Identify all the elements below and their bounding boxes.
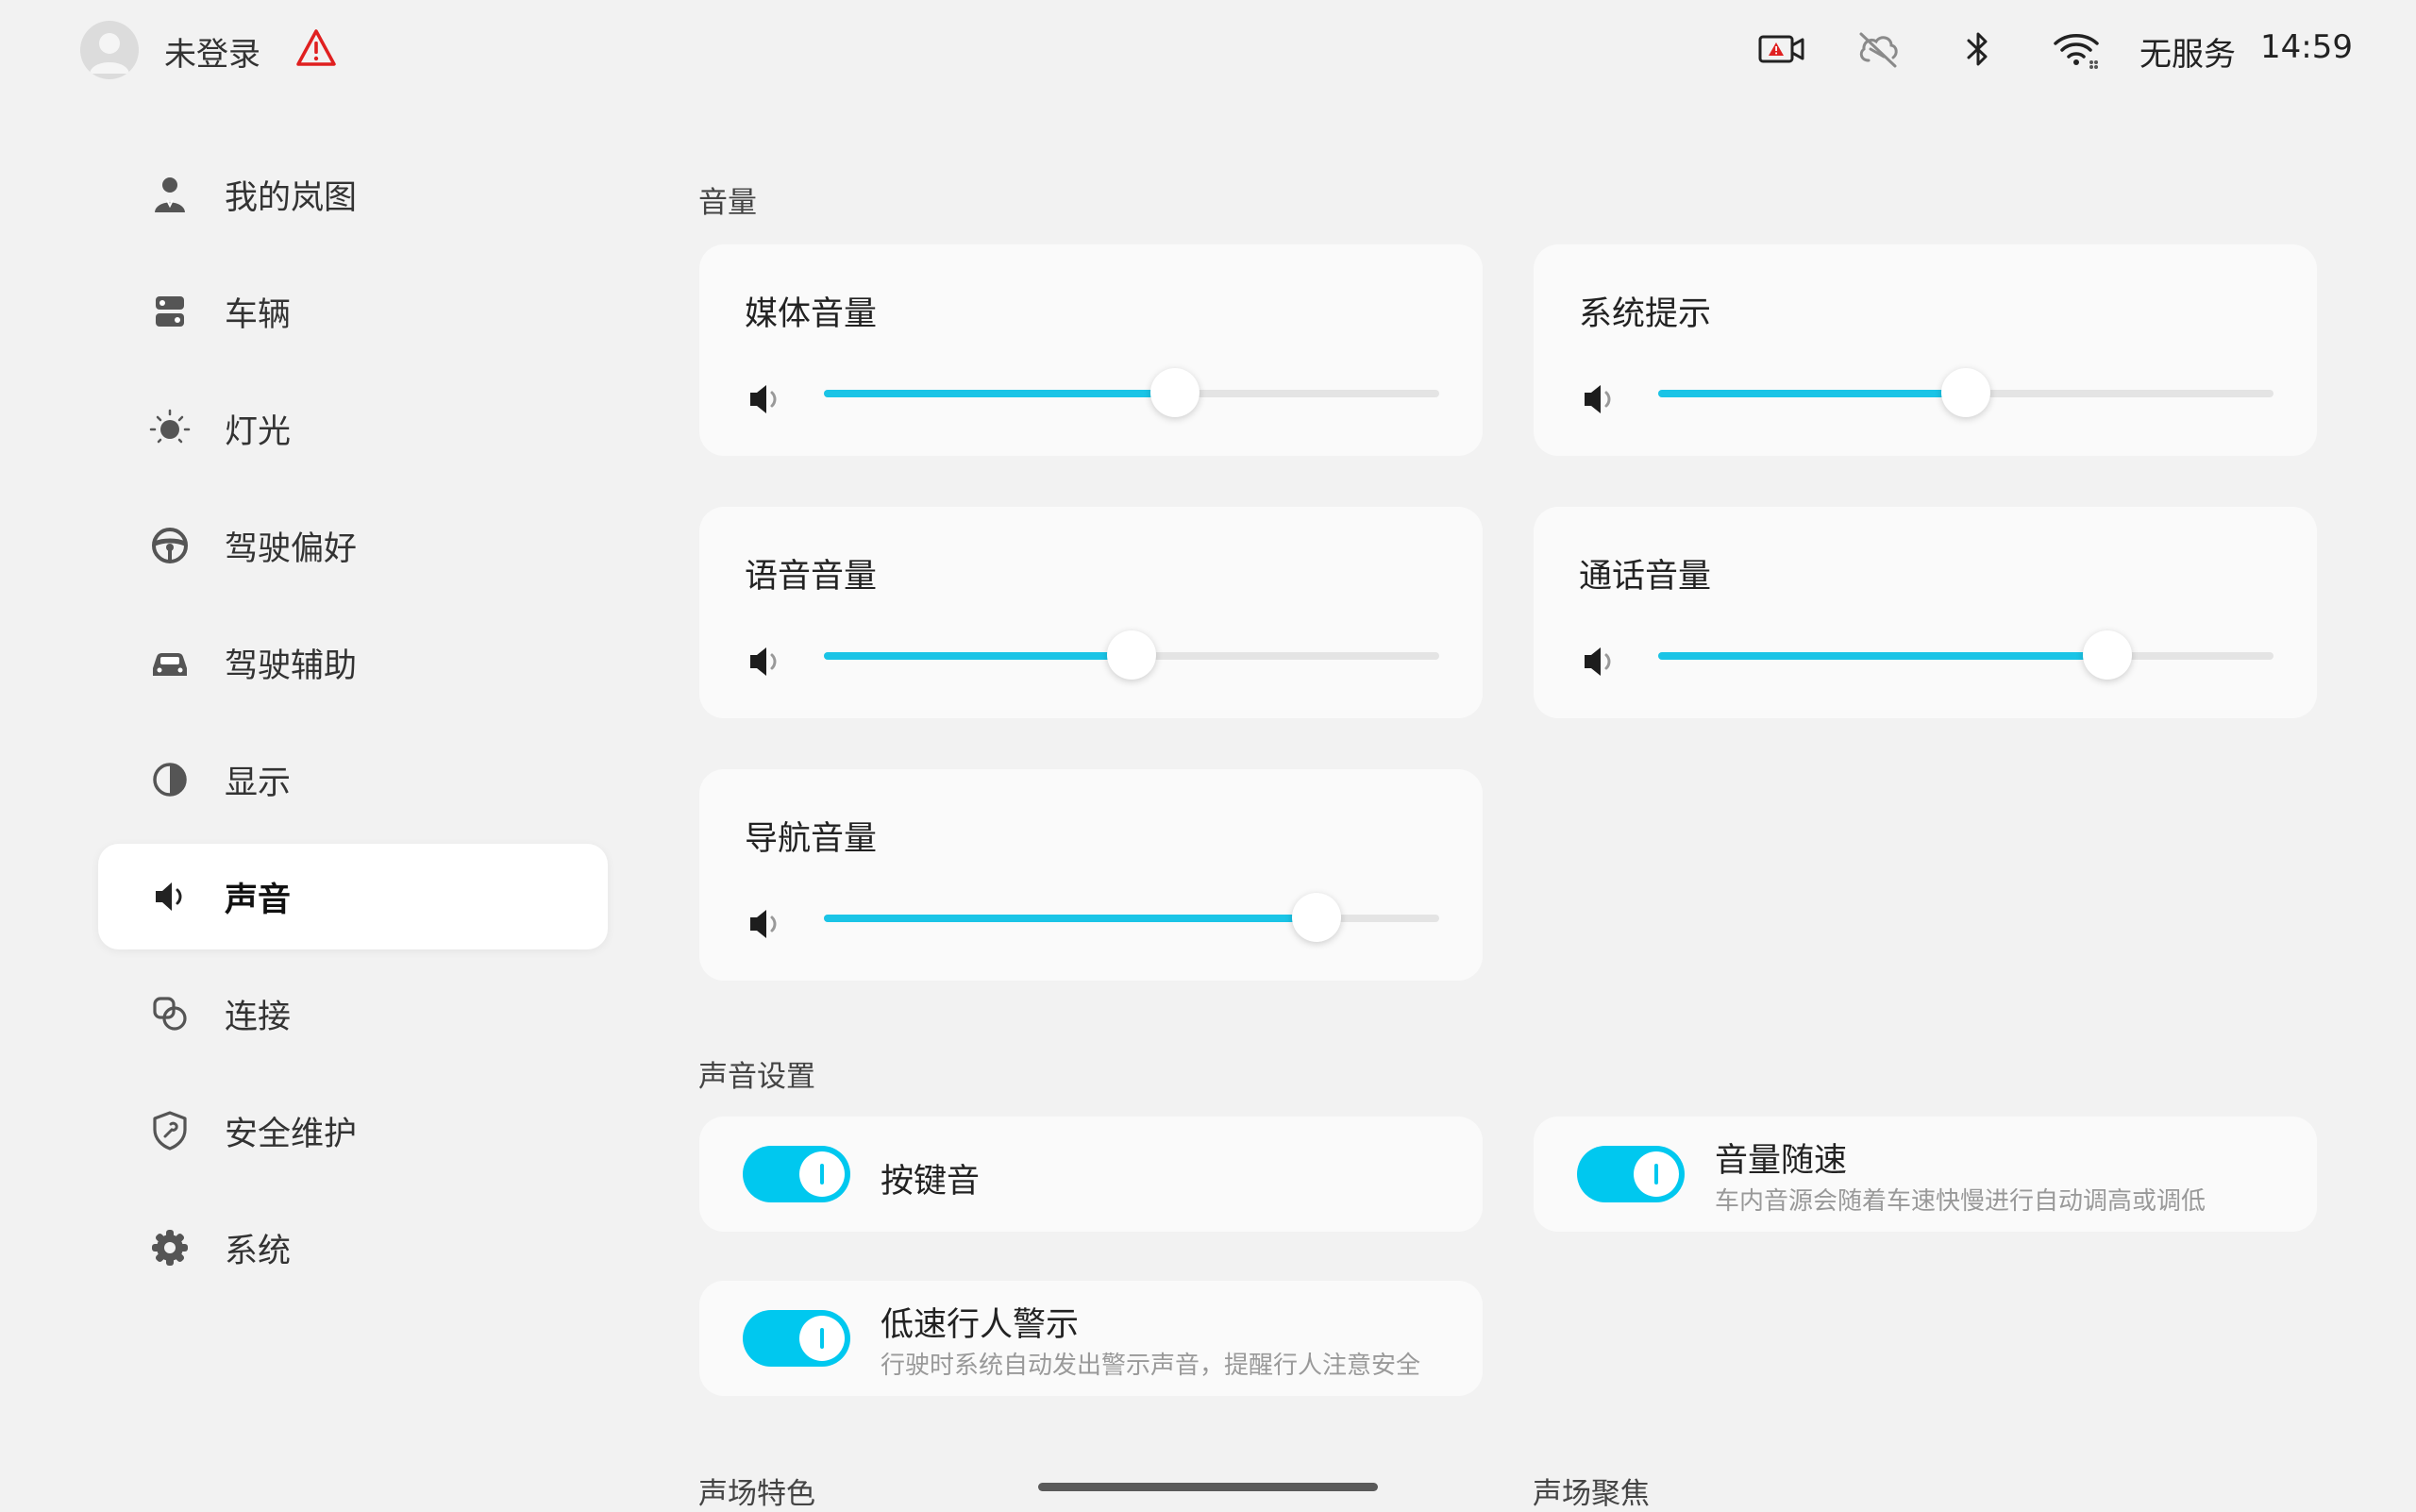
slider-thumb[interactable] bbox=[1107, 630, 1156, 680]
sidebar-item-vehicle[interactable]: 车辆 bbox=[98, 259, 608, 364]
pedestrian-warning-card: 低速行人警示 行驶时系统自动发出警示声音，提醒行人注意安全 bbox=[699, 1281, 1483, 1396]
volume-icon[interactable] bbox=[747, 905, 784, 943]
light-icon bbox=[147, 406, 193, 451]
sidebar-item-label: 驾驶偏好 bbox=[225, 529, 358, 568]
sound-settings-section-title: 声音设置 bbox=[698, 1060, 815, 1094]
system-prompt-volume-card: 系统提示 bbox=[1534, 244, 2317, 456]
car-front-icon bbox=[147, 640, 193, 685]
voice-volume-card: 语音音量 bbox=[699, 507, 1483, 718]
system-prompt-volume-slider[interactable] bbox=[1658, 368, 2273, 417]
media-volume-slider[interactable] bbox=[824, 368, 1439, 417]
slider-thumb[interactable] bbox=[1941, 368, 1990, 417]
slider-thumb[interactable] bbox=[1291, 893, 1341, 942]
sound-field-character-title: 声场特色 bbox=[698, 1477, 815, 1511]
sidebar-item-label: 显示 bbox=[225, 764, 292, 802]
user-icon bbox=[147, 172, 193, 217]
sidebar-item-lighting[interactable]: 灯光 bbox=[98, 376, 608, 481]
navigation-volume-card: 导航音量 bbox=[699, 769, 1483, 981]
volume-icon[interactable] bbox=[1581, 643, 1619, 680]
sidebar-item-label: 连接 bbox=[225, 998, 292, 1036]
sidebar-item-sound[interactable]: 声音 bbox=[98, 844, 608, 949]
sidebar-item-driving-preference[interactable]: 驾驶偏好 bbox=[98, 493, 608, 598]
bluetooth-icon[interactable] bbox=[1959, 28, 1997, 70]
sidebar-item-driving-assist[interactable]: 驾驶辅助 bbox=[98, 610, 608, 715]
sidebar-item-label: 系统 bbox=[225, 1232, 292, 1270]
toggle-knob bbox=[1634, 1151, 1679, 1197]
steering-wheel-icon bbox=[147, 523, 193, 568]
sidebar-item-label: 灯光 bbox=[225, 412, 292, 451]
slider-fill bbox=[1658, 652, 2107, 660]
slider-fill bbox=[824, 390, 1175, 397]
slider-thumb[interactable] bbox=[1149, 368, 1200, 417]
media-volume-card: 媒体音量 bbox=[699, 244, 1483, 456]
speed-volume-toggle[interactable] bbox=[1577, 1146, 1685, 1202]
navigation-volume-slider[interactable] bbox=[824, 893, 1439, 942]
voice-volume-slider[interactable] bbox=[824, 630, 1439, 680]
slider-label: 系统提示 bbox=[1579, 295, 1712, 333]
toggle-label: 按键音 bbox=[881, 1163, 981, 1201]
status-bar: 未登录 无服务 14:59 bbox=[0, 0, 2416, 104]
volume-icon[interactable] bbox=[747, 380, 784, 418]
gear-icon bbox=[147, 1225, 193, 1270]
speed-volume-card: 音量随速 车内音源会随着车速快慢进行自动调高或调低 bbox=[1534, 1117, 2317, 1232]
login-status-label[interactable]: 未登录 bbox=[164, 28, 260, 75]
network-status-label: 无服务 bbox=[2139, 36, 2236, 74]
slider-label: 通话音量 bbox=[1579, 558, 1712, 596]
sidebar-item-label: 安全维护 bbox=[225, 1115, 358, 1153]
toggle-knob bbox=[799, 1151, 845, 1197]
key-tone-card: 按键音 bbox=[699, 1117, 1483, 1232]
sidebar-item-label: 车辆 bbox=[225, 295, 292, 334]
sidebar-item-connection[interactable]: 连接 bbox=[98, 961, 608, 1067]
slider-fill bbox=[824, 652, 1132, 660]
sidebar-item-safety-maintenance[interactable]: 安全维护 bbox=[98, 1078, 608, 1184]
toggle-label: 音量随速 bbox=[1715, 1142, 1848, 1180]
slider-fill bbox=[824, 915, 1317, 922]
slider-label: 语音音量 bbox=[745, 558, 878, 596]
clock: 14:59 bbox=[2260, 28, 2353, 66]
toggle-description: 车内音源会随着车速快慢进行自动调高或调低 bbox=[1715, 1187, 2206, 1216]
sidebar-item-label: 声音 bbox=[225, 881, 292, 919]
shield-icon bbox=[147, 1108, 193, 1153]
avatar-icon[interactable] bbox=[80, 21, 139, 79]
volume-icon[interactable] bbox=[747, 643, 784, 680]
slider-label: 导航音量 bbox=[745, 820, 878, 858]
wifi-icon[interactable] bbox=[2052, 28, 2101, 70]
sidebar-item-system[interactable]: 系统 bbox=[98, 1195, 608, 1301]
home-indicator[interactable] bbox=[1038, 1483, 1378, 1491]
sidebar-item-label: 我的岚图 bbox=[225, 178, 358, 217]
link-icon bbox=[147, 991, 193, 1036]
sidebar-item-my-voyah[interactable]: 我的岚图 bbox=[98, 142, 608, 247]
slider-label: 媒体音量 bbox=[745, 295, 878, 333]
vehicle-icon bbox=[147, 289, 193, 334]
cloud-off-icon[interactable] bbox=[1855, 28, 1901, 70]
speaker-icon bbox=[147, 874, 193, 919]
key-tone-toggle[interactable] bbox=[743, 1146, 850, 1202]
volume-icon[interactable] bbox=[1581, 380, 1619, 418]
sound-field-focus-title: 声场聚焦 bbox=[1533, 1477, 1650, 1511]
sidebar-item-label: 驾驶辅助 bbox=[225, 647, 358, 685]
slider-fill bbox=[1658, 390, 1966, 397]
call-volume-card: 通话音量 bbox=[1534, 507, 2317, 718]
pedestrian-warning-toggle[interactable] bbox=[743, 1310, 850, 1367]
slider-thumb[interactable] bbox=[2082, 630, 2132, 680]
toggle-knob bbox=[799, 1316, 845, 1361]
contrast-icon bbox=[147, 757, 193, 802]
toggle-label: 低速行人警示 bbox=[881, 1306, 1080, 1344]
dashcam-alert-icon[interactable] bbox=[1757, 28, 1806, 70]
toggle-description: 行驶时系统自动发出警示声音，提醒行人注意安全 bbox=[881, 1352, 1421, 1380]
volume-section-title: 音量 bbox=[698, 186, 757, 220]
warning-icon[interactable] bbox=[295, 28, 337, 68]
call-volume-slider[interactable] bbox=[1658, 630, 2273, 680]
sidebar-item-display[interactable]: 显示 bbox=[98, 727, 608, 832]
